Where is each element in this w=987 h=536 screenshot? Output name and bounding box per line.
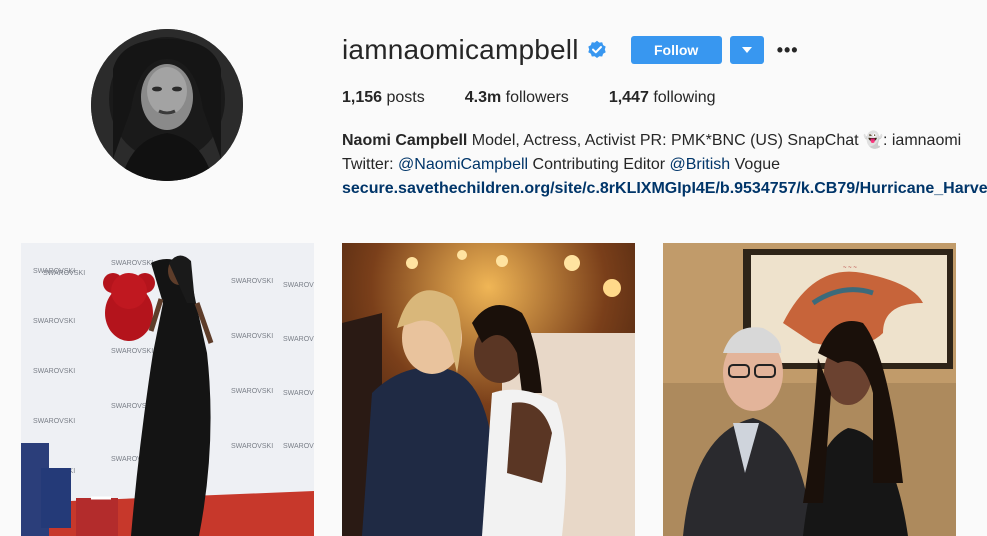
vogue-text: Vogue (730, 156, 781, 173)
profile-bio: Naomi Campbell Model, Actress, Activist … (342, 129, 987, 201)
verified-badge-icon (587, 40, 607, 60)
post-thumbnail[interactable]: SWAROVSKI SWAROVSKI SWAROVSKI SWAROVSKI SWA… (21, 243, 314, 536)
svg-text:SWAROVSKI: SWAROVSKI (111, 260, 153, 267)
swarovski-banner-text: SWAROVSKI (43, 270, 85, 277)
svg-text:SWAROVSKI: SWAROVSKI (283, 282, 314, 289)
more-options-icon: ••• (776, 39, 799, 60)
profile-stats: 1,156 posts 4.3m followers 1,447 followi… (342, 89, 756, 107)
bio-line-1: Naomi Campbell Model, Actress, Activist … (342, 129, 987, 153)
svg-text:SWAROVSKI: SWAROVSKI (231, 278, 273, 285)
svg-text:SWAROVSKI: SWAROVSKI (283, 336, 314, 343)
post-image-restaurant: ~ ~ ~ (663, 243, 956, 536)
post-thumbnail[interactable]: ~ ~ ~ (663, 243, 956, 536)
svg-text:SWAROVSKI: SWAROVSKI (33, 318, 75, 325)
bio-line-2: Twitter: @NaomiCampbell Contributing Edi… (342, 153, 987, 177)
posts-label: posts (386, 89, 425, 106)
profile-header: iamnaomicampbell Follow ••• (342, 28, 987, 72)
more-options-button[interactable]: ••• (776, 36, 800, 64)
followers-stat[interactable]: 4.3m followers (465, 89, 569, 107)
british-mention-link[interactable]: @British (669, 156, 730, 173)
caret-down-icon (741, 47, 752, 53)
bio-description: Model, Actress, Activist PR: PMK*BNC (US… (467, 132, 864, 149)
svg-text:SWAROVSKI: SWAROVSKI (283, 443, 314, 450)
posts-stat: 1,156 posts (342, 89, 425, 107)
svg-text:SWAROVSKI: SWAROVSKI (231, 443, 273, 450)
full-name: Naomi Campbell (342, 132, 468, 149)
ghost-emoji-icon: 👻 (863, 132, 883, 149)
post-image-party (342, 243, 635, 536)
post-image-red-carpet: SWAROVSKI SWAROVSKI SWAROVSKI SWAROVSKI SWA… (21, 243, 314, 536)
svg-text:SWAROVSKI: SWAROVSKI (33, 418, 75, 425)
snapchat-handle: : iamnaomi (882, 132, 962, 149)
svg-text:SWAROVSKI: SWAROVSKI (231, 388, 273, 395)
twitter-prefix: Twitter: (342, 156, 399, 173)
followers-count: 4.3m (464, 89, 502, 106)
svg-text:SWAROVSKI: SWAROVSKI (111, 348, 153, 355)
title-row: iamnaomicampbell Follow ••• (342, 28, 987, 72)
editor-text: Contributing Editor (528, 156, 670, 173)
website-link[interactable]: secure.savethechildren.org/site/c.8rKLIX… (342, 180, 987, 197)
twitter-mention-link[interactable]: @NaomiCampbell (398, 156, 528, 173)
following-label: following (653, 89, 716, 106)
svg-text:SWAROVSKI: SWAROVSKI (283, 390, 314, 397)
username: iamnaomicampbell (342, 34, 579, 65)
following-stat[interactable]: 1,447 following (609, 89, 716, 107)
posts-count: 1,156 (342, 89, 383, 106)
following-count: 1,447 (608, 89, 649, 106)
bio-line-3: secure.savethechildren.org/site/c.8rKLIX… (342, 177, 987, 201)
profile-avatar[interactable] (91, 29, 243, 181)
svg-text:SWAROVSKI: SWAROVSKI (231, 333, 273, 340)
follow-button[interactable]: Follow (630, 36, 722, 64)
avatar-portrait-image (91, 29, 243, 181)
svg-text:~ ~ ~: ~ ~ ~ (843, 265, 857, 271)
post-thumbnail[interactable] (342, 243, 635, 536)
suggested-dropdown-button[interactable] (729, 36, 764, 64)
followers-label: followers (505, 89, 569, 106)
svg-text:SWAROVSKI: SWAROVSKI (33, 368, 75, 375)
